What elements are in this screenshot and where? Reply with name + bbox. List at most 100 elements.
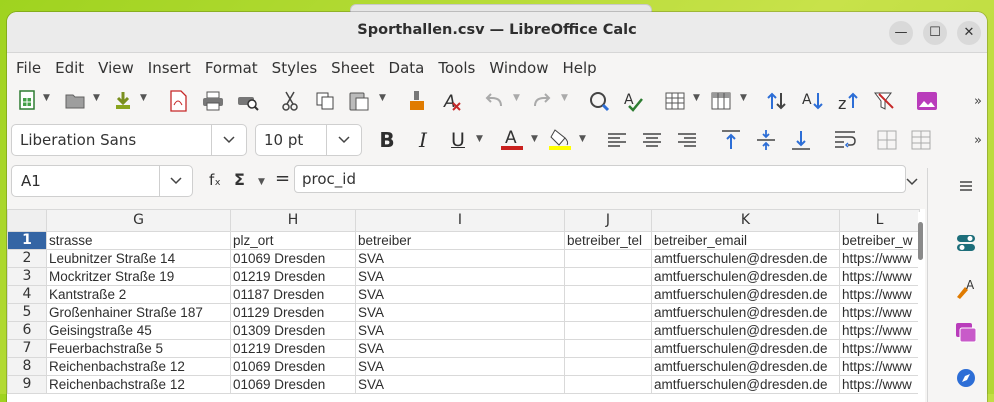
cell[interactable]: 01187 Dresden [230,285,356,304]
column-header[interactable]: H [230,209,356,232]
menu-edit[interactable]: Edit [48,53,91,83]
cell[interactable] [564,321,652,340]
print-icon[interactable] [201,89,225,113]
formula-input[interactable]: proc_id [294,165,906,193]
column-header[interactable]: J [564,209,652,232]
cell[interactable]: https://www [839,339,920,358]
row-header[interactable]: 4 [7,285,47,304]
formula-icon[interactable]: = [275,168,290,189]
highlight-color-button[interactable] [547,127,573,151]
close-button[interactable]: ✕ [957,21,981,45]
align-top-icon[interactable] [719,128,743,152]
row-icon[interactable] [663,89,687,113]
underline-button[interactable]: U [446,128,470,152]
redo-dropdown-icon[interactable]: ▼ [561,93,568,103]
cell[interactable]: SVA [355,321,565,340]
cell[interactable]: Feuerbachstraße 5 [46,339,231,358]
wrap-text-icon[interactable] [833,128,857,152]
menu-view[interactable]: View [91,53,141,83]
cell[interactable]: 01069 Dresden [230,249,356,268]
undo-dropdown-icon[interactable]: ▼ [513,93,520,103]
export-pdf-icon[interactable] [167,89,189,113]
styles-icon[interactable]: A [954,276,978,300]
column-header[interactable]: L [839,209,920,232]
cell[interactable]: Geisingstraße 45 [46,321,231,340]
maximize-button[interactable]: ☐ [923,21,947,45]
cell[interactable]: amtfuerschulen@dresden.de [651,303,840,322]
autofilter-icon[interactable]: z [837,89,861,113]
column-header[interactable]: K [651,209,840,232]
cell[interactable] [564,249,652,268]
italic-button[interactable]: I [411,128,435,152]
align-center-icon[interactable] [640,129,664,153]
cell[interactable]: https://www [839,285,920,304]
overflow-icon[interactable]: » [969,89,987,113]
row-header[interactable]: 7 [7,339,47,358]
cell[interactable]: plz_ort [230,231,356,250]
unmerge-cells-icon[interactable] [909,128,933,152]
cell[interactable]: strasse [46,231,231,250]
menu-format[interactable]: Format [198,53,265,83]
cell[interactable]: 01129 Dresden [230,303,356,322]
cell[interactable]: SVA [355,375,565,394]
cell[interactable]: betreiber_email [651,231,840,250]
cell[interactable]: Kantstraße 2 [46,285,231,304]
menu-insert[interactable]: Insert [141,53,198,83]
chevron-down-icon[interactable] [211,125,246,155]
menu-data[interactable]: Data [382,53,432,83]
row-header[interactable]: 8 [7,357,47,376]
cell[interactable]: Leubnitzer Straße 14 [46,249,231,268]
cell[interactable] [564,285,652,304]
redo-icon[interactable] [530,89,554,113]
cell[interactable]: SVA [355,267,565,286]
merge-cells-icon[interactable] [875,128,899,152]
copy-icon[interactable] [313,89,337,113]
clear-formatting-icon[interactable]: A [441,89,465,113]
cell[interactable] [564,339,652,358]
cell[interactable]: 01219 Dresden [230,267,356,286]
cell[interactable]: https://www [839,249,920,268]
open-dropdown-icon[interactable]: ▼ [93,93,100,103]
cell[interactable]: https://www [839,357,920,376]
cell[interactable]: SVA [355,339,565,358]
font-size-combo[interactable]: 10 pt [255,124,362,156]
align-middle-icon[interactable] [754,128,778,152]
save-icon[interactable] [111,89,135,113]
row-header[interactable]: 9 [7,375,47,394]
column-dropdown-icon[interactable]: ▼ [740,93,747,103]
cell[interactable]: amtfuerschulen@dresden.de [651,339,840,358]
menu-tools[interactable]: Tools [431,53,482,83]
select-all-corner[interactable] [7,209,47,232]
align-bottom-icon[interactable] [789,128,813,152]
font-color-dropdown-icon[interactable]: ▼ [531,134,538,144]
spreadsheet-grid[interactable]: G H I J K L 1 strasse plz_ort betreiber … [7,209,925,402]
row-header[interactable]: 1 [7,231,47,250]
paste-dropdown-icon[interactable]: ▼ [379,93,386,103]
scrollbar-thumb[interactable] [918,222,923,260]
save-dropdown-icon[interactable]: ▼ [140,93,147,103]
cell[interactable]: amtfuerschulen@dresden.de [651,375,840,394]
menu-styles[interactable]: Styles [265,53,325,83]
cell[interactable]: Großenhainer Straße 187 [46,303,231,322]
cell[interactable]: amtfuerschulen@dresden.de [651,357,840,376]
sort-ascending-icon[interactable] [765,89,789,113]
row-header[interactable]: 2 [7,249,47,268]
spellcheck-icon[interactable]: A [622,89,646,113]
cell[interactable] [564,375,652,394]
cell[interactable]: SVA [355,303,565,322]
new-dropdown-icon[interactable]: ▼ [43,93,50,103]
column-icon[interactable] [709,89,733,113]
bold-button[interactable]: B [375,128,399,152]
cell[interactable] [564,303,652,322]
menu-sheet[interactable]: Sheet [324,53,381,83]
cell[interactable]: betreiber_tel [564,231,652,250]
cell[interactable]: Reichenbachstraße 12 [46,357,231,376]
clear-filter-icon[interactable] [872,89,896,113]
cell[interactable]: 01309 Dresden [230,321,356,340]
font-name-combo[interactable]: Liberation Sans [11,124,247,156]
name-box[interactable]: A1 [11,165,193,197]
properties-icon[interactable] [954,231,978,255]
cell[interactable]: amtfuerschulen@dresden.de [651,285,840,304]
align-right-icon[interactable] [675,129,699,153]
undo-icon[interactable] [482,89,506,113]
